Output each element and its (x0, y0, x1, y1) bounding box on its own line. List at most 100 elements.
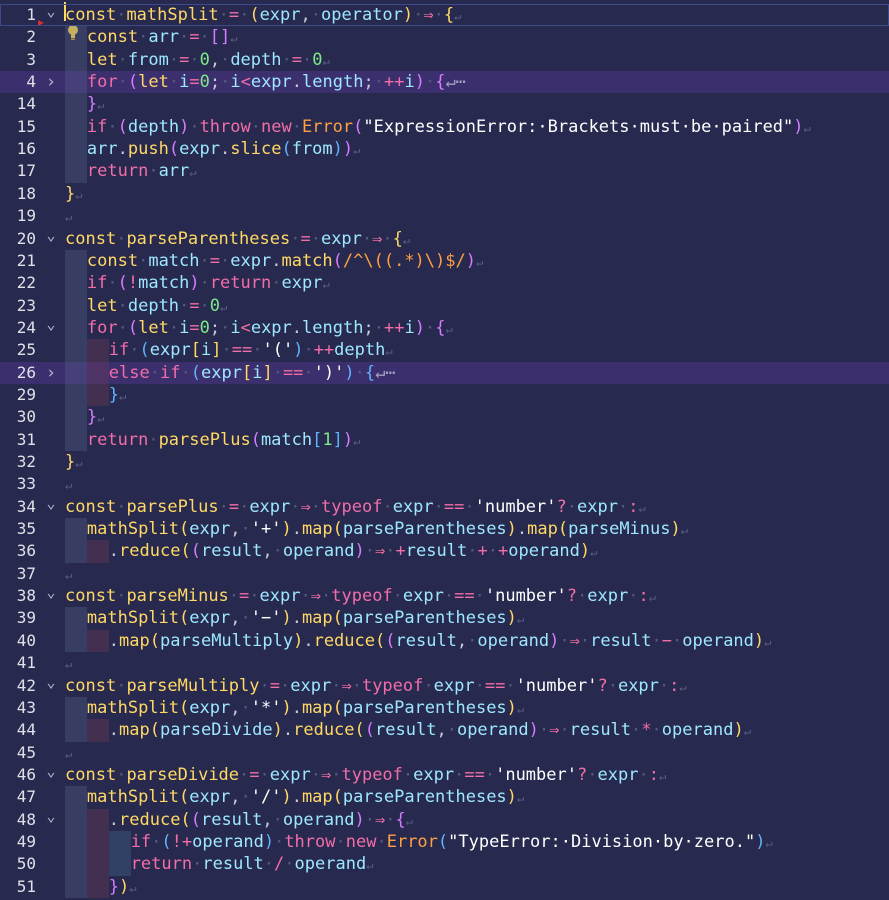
code-line[interactable]: 31 return·parsePlus(match[1])↵ (0, 428, 889, 451)
code-line[interactable]: 41 ↵ (0, 652, 889, 674)
code-line[interactable]: 26 › else·if·(expr[i]·==·')')·{↵⋯ (0, 361, 889, 384)
code-line[interactable]: 20 ⌄ const·parseParentheses·=·expr·⇒·{↵ (0, 226, 889, 250)
code-token: + (477, 541, 488, 562)
return-arrow-icon: ↵ (129, 880, 137, 895)
code-line[interactable]: 14}↵ (0, 93, 889, 116)
code-token: , (262, 809, 273, 830)
code-token: · (240, 697, 251, 718)
line-number: 37 (16, 563, 36, 583)
code-line[interactable]: 3 let·from·=·0,·depth·=·0↵ (0, 48, 889, 72)
code-token: '(' (262, 340, 294, 361)
code-token: · (116, 5, 127, 25)
code-line[interactable]: 16 arr.push(expr.slice(from))↵ (0, 138, 889, 161)
code-line[interactable]: 25 if·(expr[i]·==·'(')·++depth↵ (0, 339, 889, 362)
code-line[interactable]: 19 ↵ (0, 205, 889, 227)
code-line[interactable]: 30}↵ (0, 406, 889, 429)
code-line[interactable]: 15 if·(depth)·throw·new·Error("Expression… (0, 115, 889, 139)
code-line[interactable]: 22 if·(!match)·return·expr↵ (0, 272, 889, 295)
return-arrow-icon: ↵ (65, 210, 73, 225)
code-text: let·from·=·0,·depth·=·0↵ (87, 49, 330, 72)
code-line[interactable]: 23 let·depth·=·0↵ (0, 294, 889, 317)
code-line[interactable]: 2 const·arr·=·[]↵ (0, 26, 889, 49)
code-token: expr (200, 362, 242, 383)
code-token: · (402, 764, 414, 785)
code-line[interactable]: 46 ⌄ const·parseDivide·=·expr·⇒·typeof·exp… (0, 762, 889, 786)
chevron-right-icon[interactable]: › (44, 362, 58, 384)
code-line[interactable]: 29}↵ (0, 383, 889, 407)
code-text: if·(!+operand)·throw·new·Error("TypeErro… (131, 831, 773, 854)
code-token: · (424, 317, 436, 338)
code-line[interactable]: 4 › for·(let·i=0;·i<expr.length;·++i)·{↵⋯ (0, 71, 889, 94)
code-token: mathSplit (126, 5, 219, 25)
chevron-down-icon[interactable]: ⌄ (44, 0, 58, 22)
code-token: Error (301, 116, 354, 137)
code-token: · (303, 362, 314, 383)
code-text: }↵ (109, 384, 126, 407)
code-token: ( (180, 809, 191, 830)
code-token: ( (149, 720, 161, 741)
code-token: = (228, 5, 240, 25)
chevron-down-icon[interactable]: ⌄ (44, 805, 58, 827)
code-line[interactable]: 45 ↵ (0, 742, 889, 764)
code-line[interactable]: 18}↵ (0, 183, 889, 205)
code-token: [] (209, 27, 231, 48)
code-token: } (108, 876, 120, 897)
code-line[interactable]: 24 ⌄ for·(let·i=0;·i<expr.length;·++i)·{↵ (0, 315, 889, 340)
code-token: ) (342, 429, 354, 450)
chevron-right-icon[interactable]: › (44, 71, 58, 93)
code-token: · (274, 831, 285, 852)
code-line[interactable]: 51})↵ (0, 875, 889, 898)
code-line[interactable]: 38 ⌄ const·parseMinus·=·expr·⇒·typeof·expr… (0, 583, 889, 607)
code-line[interactable]: 40 .map(parseMultiply).reduce((result,·op… (0, 629, 889, 653)
chevron-down-icon[interactable]: ⌄ (44, 760, 58, 782)
code-line[interactable]: 36 .reduce((result,·operand)·⇒·+result·+·… (0, 540, 889, 563)
code-line[interactable]: 1 ⌄ const·mathSplit·=·(expr,·operator)·⇒·{… (0, 2, 889, 27)
code-line[interactable]: 32}↵ (0, 451, 889, 473)
code-token: * (641, 720, 652, 741)
code-token: { (435, 72, 446, 93)
return-arrow-icon: ↵ (402, 232, 411, 247)
code-token: expr (269, 764, 311, 785)
code-token: ( (385, 630, 396, 651)
code-line[interactable]: 50 return·result·/·operand↵ (0, 853, 889, 876)
code-token: 'number' (495, 764, 577, 785)
folded-region-ellipsis[interactable]: ↵⋯ (445, 72, 465, 92)
code-token: push (127, 139, 169, 160)
code-token: ) (506, 697, 517, 718)
code-line[interactable]: 17 return·arr↵ (0, 160, 889, 183)
code-token: return (130, 854, 193, 875)
code-line[interactable]: 44 .map(parseDivide).reduce((result,·oper… (0, 719, 889, 742)
folded-region-ellipsis[interactable]: ↵⋯ (375, 363, 395, 383)
code-token: ) (179, 116, 190, 137)
code-token: ')' (313, 362, 345, 383)
line-number: 40 (16, 630, 36, 650)
code-line[interactable]: 43 mathSplit(expr,·'*').map(parseParenthe… (0, 696, 889, 720)
chevron-down-icon[interactable]: ⌄ (44, 671, 58, 693)
code-line[interactable]: 39 mathSplit(expr,·'−').map(parseParenthe… (0, 607, 889, 630)
code-token: Error (386, 831, 438, 852)
code-line[interactable]: 47 mathSplit(expr,·'/').map(parseParenthe… (0, 786, 889, 809)
return-arrow-icon: ↵ (119, 388, 127, 403)
chevron-down-icon[interactable]: ⌄ (44, 313, 58, 335)
code-token: , (209, 49, 221, 70)
code-token: ) (528, 720, 539, 741)
code-line[interactable]: 49 if·(!+operand)·throw·new·Error("TypeEr… (0, 830, 889, 854)
chevron-down-icon[interactable]: ⌄ (44, 581, 58, 603)
code-line[interactable]: 37 ↵ (0, 563, 889, 585)
chevron-down-icon[interactable]: ⌄ (44, 224, 58, 246)
code-line[interactable]: 42 ⌄ const·parseMultiply·=·expr·⇒·typeof·e… (0, 673, 889, 697)
code-line[interactable]: 33 ↵ (0, 473, 889, 495)
code-token: expr (149, 340, 191, 361)
code-token: for (86, 317, 118, 338)
code-editor[interactable]: 1 ⌄ const·mathSplit·=·(expr,·operator)·⇒·{… (0, 0, 889, 900)
code-line[interactable]: 34 ⌄ const·parsePlus·=·expr·⇒·typeof·expr·… (0, 494, 889, 518)
code-token: if (86, 273, 108, 294)
chevron-down-icon[interactable]: ⌄ (44, 492, 58, 514)
code-line[interactable]: 48 ⌄ .reduce((result,·operand)·⇒·{↵ (0, 807, 889, 831)
indent-guide (65, 406, 87, 429)
code-line[interactable]: 35 mathSplit(expr,·'+').map(parseParenthe… (0, 518, 889, 541)
code-line[interactable]: 21 const·match·=·expr.match(/^\((.*)\)$/)… (0, 249, 889, 273)
code-token: . (291, 608, 302, 629)
code-token: · (385, 541, 396, 562)
return-arrow-icon: ↵ (353, 433, 361, 448)
